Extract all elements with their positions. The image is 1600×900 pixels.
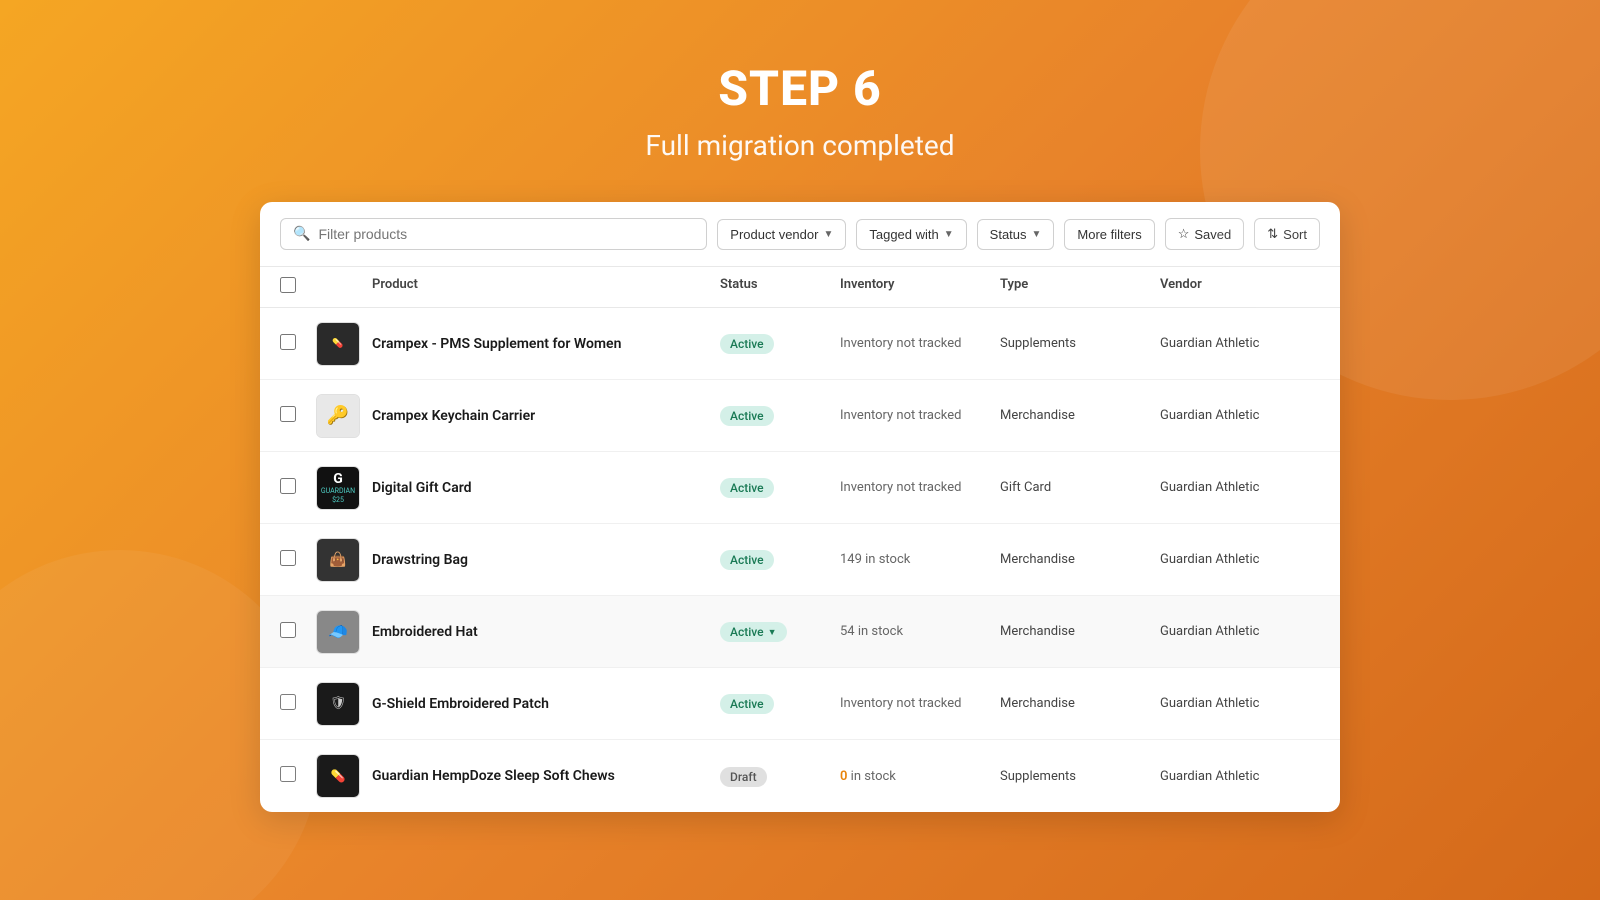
product-thumbnail: 💊 <box>316 322 360 366</box>
status-badge: Active ▼ <box>720 622 787 642</box>
vendor-text: Guardian Athletic <box>1160 769 1320 784</box>
col-status: Status <box>720 277 840 297</box>
vendor-text: Guardian Athletic <box>1160 336 1320 351</box>
col-type: Type <box>1000 277 1160 297</box>
search-box[interactable]: 🔍 <box>280 218 707 250</box>
type-text: Merchandise <box>1000 696 1160 711</box>
product-name: Guardian HempDoze Sleep Soft Chews <box>372 768 720 784</box>
inventory-text: 0 in stock <box>840 769 1000 784</box>
status-badge: Active <box>720 406 774 426</box>
search-icon: 🔍 <box>293 226 310 242</box>
product-thumbnail: 👜 <box>316 538 360 582</box>
product-name: Drawstring Bag <box>372 552 720 568</box>
chevron-down-icon: ▼ <box>1032 229 1042 240</box>
product-thumbnail: 🔑 <box>316 394 360 438</box>
toolbar: 🔍 Product vendor ▼ Tagged with ▼ Status … <box>260 202 1340 267</box>
star-icon: ☆ <box>1178 226 1190 242</box>
type-text: Supplements <box>1000 769 1160 784</box>
select-all-checkbox[interactable] <box>280 277 296 293</box>
status-badge: Active <box>720 694 774 714</box>
type-text: Supplements <box>1000 336 1160 351</box>
step-label: STEP 6 <box>645 60 954 117</box>
table-row: 🔑 Crampex Keychain Carrier Active Invent… <box>260 380 1340 452</box>
row-checkbox[interactable] <box>280 766 296 782</box>
vendor-text: Guardian Athletic <box>1160 480 1320 495</box>
table-row: 🛡 G-Shield Embroidered Patch Active Inve… <box>260 668 1340 740</box>
table-header: Product Status Inventory Type Vendor <box>260 267 1340 308</box>
saved-button[interactable]: ☆ Saved <box>1165 218 1245 250</box>
product-thumbnail: 🛡 <box>316 682 360 726</box>
product-name: Crampex - PMS Supplement for Women <box>372 336 720 352</box>
row-checkbox[interactable] <box>280 550 296 566</box>
sort-button[interactable]: ⇅ Sort <box>1254 218 1320 250</box>
vendor-text: Guardian Athletic <box>1160 408 1320 423</box>
type-text: Merchandise <box>1000 624 1160 639</box>
vendor-text: Guardian Athletic <box>1160 624 1320 639</box>
product-name: Embroidered Hat <box>372 624 720 640</box>
table-row: 🧢 Embroidered Hat Active ▼ 54 in stock M… <box>260 596 1340 668</box>
sort-icon: ⇅ <box>1267 226 1278 242</box>
table-body: 💊 Crampex - PMS Supplement for Women Act… <box>260 308 1340 812</box>
row-checkbox[interactable] <box>280 694 296 710</box>
product-vendor-filter[interactable]: Product vendor ▼ <box>717 219 846 250</box>
inventory-text: Inventory not tracked <box>840 336 1000 351</box>
status-badge: Active <box>720 478 774 498</box>
table-row: 👜 Drawstring Bag Active 149 in stock Mer… <box>260 524 1340 596</box>
inventory-text: 54 in stock <box>840 624 1000 639</box>
vendor-text: Guardian Athletic <box>1160 696 1320 711</box>
status-badge: Draft <box>720 767 767 787</box>
row-checkbox[interactable] <box>280 334 296 350</box>
hero-section: STEP 6 Full migration completed <box>645 40 954 162</box>
inventory-text: Inventory not tracked <box>840 696 1000 711</box>
col-inventory: Inventory <box>840 277 1000 297</box>
vendor-text: Guardian Athletic <box>1160 552 1320 567</box>
chevron-down-icon: ▼ <box>768 627 777 638</box>
status-badge: Active <box>720 550 774 570</box>
inventory-text: 149 in stock <box>840 552 1000 567</box>
col-vendor: Vendor <box>1160 277 1320 297</box>
col-product: Product <box>372 277 720 297</box>
chevron-down-icon: ▼ <box>944 229 954 240</box>
chevron-down-icon: ▼ <box>823 229 833 240</box>
tagged-with-filter[interactable]: Tagged with ▼ <box>856 219 966 250</box>
type-text: Merchandise <box>1000 552 1160 567</box>
row-checkbox[interactable] <box>280 622 296 638</box>
search-input[interactable] <box>318 226 694 242</box>
product-thumbnail: 🧢 <box>316 610 360 654</box>
status-badge: Active <box>720 334 774 354</box>
product-thumbnail: G GUARDIAN $25 <box>316 466 360 510</box>
table-row: G GUARDIAN $25 Digital Gift Card Active … <box>260 452 1340 524</box>
product-name: G-Shield Embroidered Patch <box>372 696 720 712</box>
table-row: 💊 Guardian HempDoze Sleep Soft Chews Dra… <box>260 740 1340 812</box>
status-filter[interactable]: Status ▼ <box>977 219 1055 250</box>
row-checkbox[interactable] <box>280 478 296 494</box>
row-checkbox[interactable] <box>280 406 296 422</box>
product-name: Crampex Keychain Carrier <box>372 408 720 424</box>
main-panel: 🔍 Product vendor ▼ Tagged with ▼ Status … <box>260 202 1340 812</box>
inventory-text: Inventory not tracked <box>840 408 1000 423</box>
hero-subtitle: Full migration completed <box>645 129 954 162</box>
type-text: Merchandise <box>1000 408 1160 423</box>
product-thumbnail: 💊 <box>316 754 360 798</box>
more-filters-button[interactable]: More filters <box>1064 219 1154 250</box>
zero-inventory: 0 <box>840 769 847 784</box>
type-text: Gift Card <box>1000 480 1160 495</box>
inventory-text: Inventory not tracked <box>840 480 1000 495</box>
product-name: Digital Gift Card <box>372 480 720 496</box>
table-row: 💊 Crampex - PMS Supplement for Women Act… <box>260 308 1340 380</box>
